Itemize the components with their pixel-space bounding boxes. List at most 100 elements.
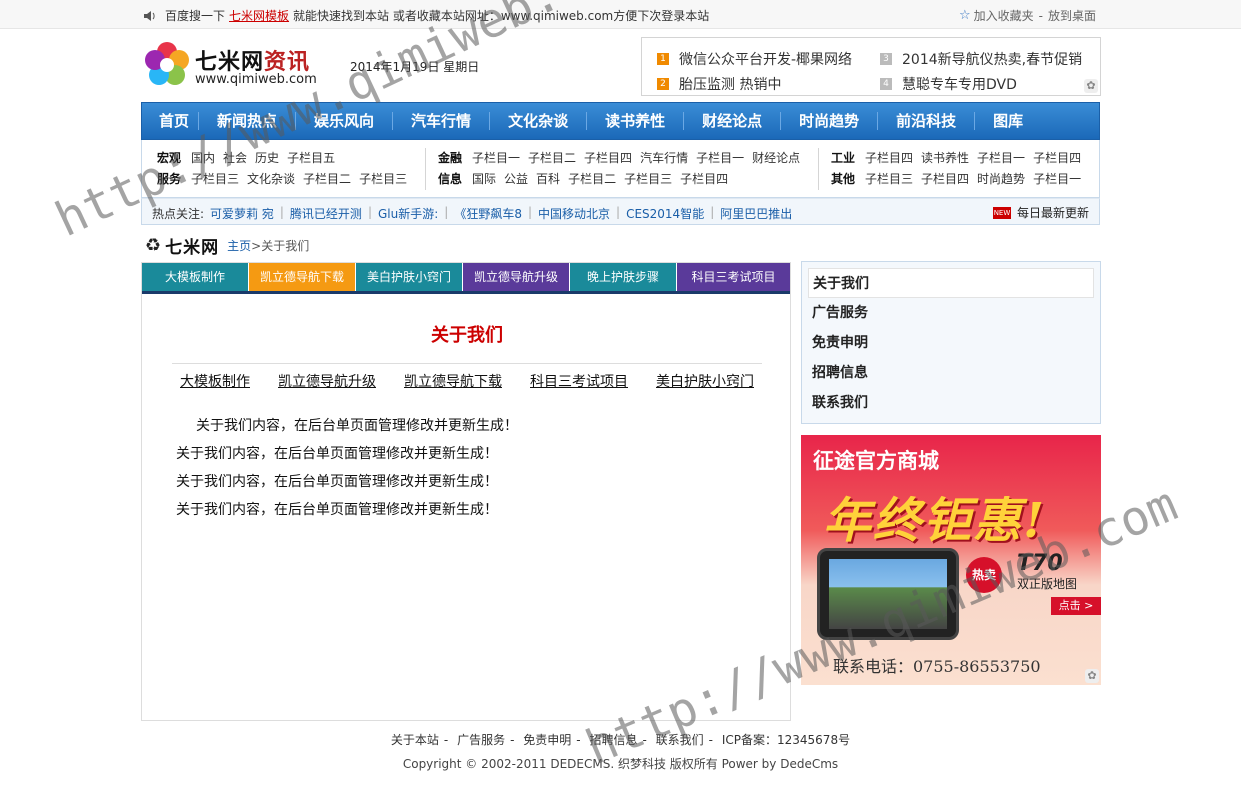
subnav-link[interactable]: 百科 [536, 170, 560, 187]
subnav-link[interactable]: 读书养性 [921, 149, 969, 166]
related-link[interactable]: 凯立德导航下载 [404, 371, 502, 391]
recycle-icon: ♻ [145, 235, 162, 256]
hot-topics-label: 热点关注: [152, 207, 205, 221]
footer-copyright: Copyright © 2002-2011 DEDECMS. 织梦科技 版权所有… [402, 757, 839, 771]
page-body: 关于我们内容，在后台单页面管理修改并更新生成！ 关于我们内容，在后台单页面管理修… [176, 415, 518, 527]
breadcrumb-current: 关于我们 [261, 239, 310, 253]
subnav-link[interactable]: 时尚趋势 [977, 170, 1025, 187]
subnav-link[interactable]: 社会 [223, 149, 247, 166]
hot-topic-link[interactable]: 《狂野飙车8 [454, 205, 522, 222]
related-link[interactable]: 凯立德导航升级 [278, 371, 376, 391]
subnav-link[interactable]: 子栏目三 [359, 170, 407, 187]
speaker-icon [144, 10, 155, 21]
subnav-link[interactable]: 公益 [504, 170, 528, 187]
hot-topic-link[interactable]: 阿里巴巴推出 [720, 205, 792, 222]
related-link[interactable]: 大模板制作 [180, 371, 250, 391]
site-logo[interactable]: 七米网资讯 www.qimiweb.com [143, 40, 348, 90]
nav-item-entertainment[interactable]: 娱乐风向 [296, 112, 394, 130]
breadcrumb-home-link[interactable]: 主页 [227, 237, 251, 254]
ad-click-button[interactable]: 点击 > [1051, 597, 1101, 615]
tab-item[interactable]: 大模板制作 [142, 263, 249, 291]
footer-links: 关于本站 - 广告服务 - 免责申明 - 招聘信息 - 联系我们 - ICP备案：1234… [390, 733, 851, 747]
sidebar-item-contact[interactable]: 联系我们 [808, 388, 1094, 418]
nav-item-news[interactable]: 新闻热点 [199, 112, 297, 130]
logo-domain: www.qimiweb.com [195, 72, 317, 87]
subnav-link[interactable]: 子栏目二 [528, 149, 576, 166]
subnav-link[interactable]: 子栏目一 [977, 149, 1025, 166]
main-nav: 首页 新闻热点 娱乐风向 汽车行情 文化杂谈 读书养性 财经论点 时尚趋势 前沿… [141, 102, 1100, 140]
hot-topic-link[interactable]: 腾讯已经开测 [290, 205, 362, 222]
tab-item[interactable]: 晚上护肤步骤 [570, 263, 677, 291]
star-icon: ☆ [958, 8, 971, 23]
tab-item[interactable]: 科目三考试项目 [677, 263, 790, 291]
body-paragraph: 关于我们内容，在后台单页面管理修改并更新生成！ [176, 474, 498, 490]
subnav-link[interactable]: 子栏目一 [472, 149, 520, 166]
daily-update: NEW 每日最新更新 [992, 204, 1089, 221]
subnav-link[interactable]: 子栏目四 [1033, 149, 1081, 166]
related-link[interactable]: 科目三考试项目 [530, 371, 628, 391]
subnav-link[interactable]: 国际 [472, 170, 496, 187]
footer-link[interactable]: 广告服务 [457, 733, 505, 747]
subnav-link[interactable]: 国内 [191, 149, 215, 166]
nav-item-reading[interactable]: 读书养性 [587, 112, 685, 130]
hot-topic-link[interactable]: Glu新手游: [378, 205, 438, 222]
nav-item-culture[interactable]: 文化杂谈 [490, 112, 588, 130]
divider [425, 148, 426, 190]
notice-highlight-link[interactable]: 七米网模板 [229, 7, 289, 24]
hot-news-item[interactable]: 1 微信公众平台开发-椰果网络 [657, 46, 852, 71]
subnav-link[interactable]: 子栏目四 [921, 170, 969, 187]
nav-item-tech[interactable]: 前沿科技 [878, 112, 976, 130]
related-link[interactable]: 美白护肤小窍门 [656, 371, 754, 391]
subnav-link[interactable]: 子栏目四 [680, 170, 728, 187]
subnav-link[interactable]: 子栏目三 [191, 170, 239, 187]
footer-link[interactable]: 免责申明 [523, 733, 571, 747]
sidebar-item-ads[interactable]: 广告服务 [808, 298, 1094, 328]
hot-news-item[interactable]: 2 胎压监测 热销中 [657, 71, 852, 96]
sidebar-item-about[interactable]: 关于我们 [808, 268, 1094, 298]
put-desktop-link[interactable]: 放到桌面 [1048, 7, 1096, 24]
subnav-link[interactable]: 子栏目四 [865, 149, 913, 166]
subnav-link[interactable]: 文化杂谈 [247, 170, 295, 187]
subnav-link[interactable]: 汽车行情 [640, 149, 688, 166]
tab-item[interactable]: 美白护肤小窍门 [356, 263, 463, 291]
subnav-link[interactable]: 子栏目二 [568, 170, 616, 187]
subnav-group: 工业 子栏目四 读书养性 子栏目一 子栏目四 其他 子栏目三 子栏目四 时尚趋势… [831, 149, 1082, 187]
footer-link[interactable]: 关于本站 [391, 733, 439, 747]
add-favorite-link[interactable]: 加入收藏夹 [974, 7, 1034, 24]
subnav-link[interactable]: 子栏目五 [287, 149, 335, 166]
nav-item-auto[interactable]: 汽车行情 [393, 112, 491, 130]
nav-item-gallery[interactable]: 图库 [975, 112, 1041, 130]
breadcrumb: ♻ 七米网 主页 > 关于我们 [145, 235, 310, 258]
tab-strip: 大模板制作 凯立德导航下载 美白护肤小窍门 凯立德导航升级 晚上护肤步骤 科目三… [142, 263, 790, 294]
subnav-group: 宏观 国内 社会 历史 子栏目五 服务 子栏目三 文化杂谈 子栏目二 子栏目三 [157, 149, 408, 187]
paw-icon: ✿ [1085, 669, 1099, 683]
hot-topic-link[interactable]: 中国移动北京 [538, 205, 610, 222]
sidebar-item-jobs[interactable]: 招聘信息 [808, 358, 1094, 388]
separator: - [1038, 8, 1043, 23]
subnav-link[interactable]: 子栏目二 [303, 170, 351, 187]
subnav-link[interactable]: 财经论点 [752, 149, 800, 166]
ad-brand: 征途官方商城 [813, 448, 939, 473]
footer-link[interactable]: 招聘信息 [589, 733, 637, 747]
subnav-link[interactable]: 子栏目三 [865, 170, 913, 187]
sidebar: 关于我们 广告服务 免责申明 招聘信息 联系我们 [801, 261, 1101, 424]
hot-news-item[interactable]: 3 2014新导航仪热卖,春节促销 [880, 46, 1082, 71]
subnav-link[interactable]: 子栏目一 [1033, 170, 1081, 187]
ad-banner[interactable]: 征途官方商城 年终钜惠! 热卖 T70 双正版地图 点击 > 联系电话：0755… [801, 435, 1101, 685]
nav-item-finance[interactable]: 财经论点 [684, 112, 782, 130]
hot-topic-link[interactable]: CES2014智能 [626, 205, 704, 222]
nav-item-home[interactable]: 首页 [150, 112, 200, 130]
subnav-link[interactable]: 历史 [255, 149, 279, 166]
tab-item[interactable]: 凯立德导航下载 [249, 263, 356, 291]
nav-item-fashion[interactable]: 时尚趋势 [781, 112, 879, 130]
new-badge-icon: NEW [992, 206, 1011, 219]
subnav-link[interactable]: 子栏目四 [584, 149, 632, 166]
hot-topic-link[interactable]: 可爱萝莉 宛 [210, 205, 274, 222]
ad-phone: 联系电话：0755-86553750 [833, 657, 1041, 676]
tab-item[interactable]: 凯立德导航升级 [463, 263, 570, 291]
hot-news-item[interactable]: 4 慧聪专车专用DVD [880, 71, 1082, 96]
subnav-link[interactable]: 子栏目一 [696, 149, 744, 166]
sidebar-item-disclaimer[interactable]: 免责申明 [808, 328, 1094, 358]
subnav-link[interactable]: 子栏目三 [624, 170, 672, 187]
footer-link[interactable]: 联系我们 [656, 733, 704, 747]
